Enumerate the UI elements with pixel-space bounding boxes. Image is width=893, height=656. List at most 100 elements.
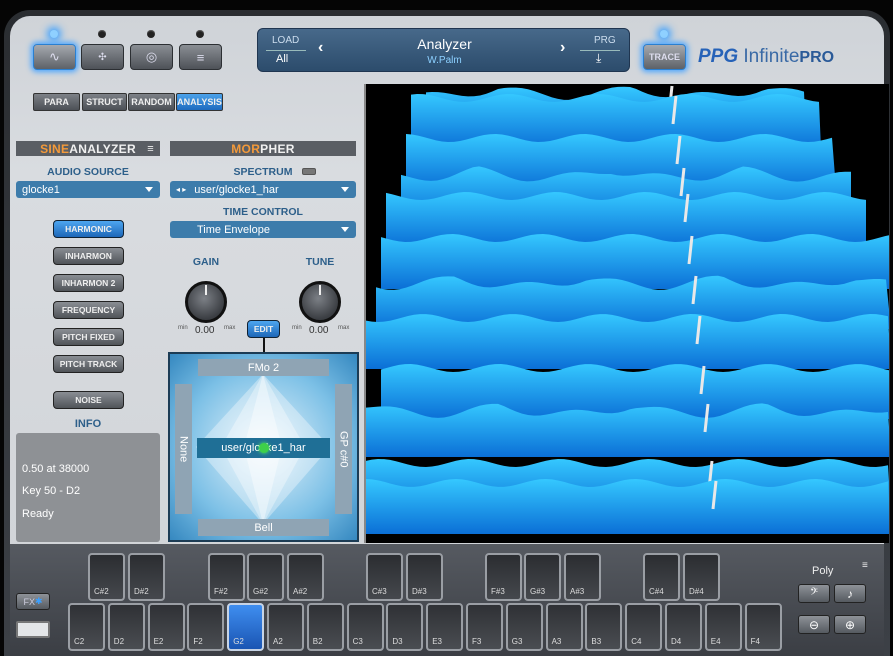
morph-position-handle[interactable] <box>259 443 269 453</box>
chevron-down-icon <box>145 187 153 192</box>
harmonic-button[interactable]: HARMONIC <box>53 220 124 238</box>
chevron-down-icon <box>341 227 349 232</box>
black-key[interactable]: F#2 <box>208 553 245 601</box>
black-key[interactable]: G#2 <box>247 553 284 601</box>
note-button[interactable]: ♪ <box>834 584 866 603</box>
oscillator-mode-button[interactable]: ∿ <box>33 44 76 70</box>
black-key[interactable]: A#3 <box>564 553 601 601</box>
pitch-track-button[interactable]: PITCH TRACK <box>53 355 124 373</box>
matrix-mode-button[interactable]: ✣ <box>81 44 124 70</box>
title-highlight: MOR <box>231 141 261 156</box>
white-key[interactable]: C4 <box>625 603 663 651</box>
trace-button[interactable]: TRACE <box>643 44 686 70</box>
spectrum-value: user/glocke1_har <box>194 183 279 196</box>
white-key[interactable]: C2 <box>68 603 105 651</box>
white-key[interactable]: F4 <box>744 603 782 651</box>
pitch-fixed-button[interactable]: PITCH FIXED <box>53 328 124 346</box>
circle-icon: ◎ <box>145 49 158 64</box>
zoom-in-icon: ⊕ <box>844 617 856 632</box>
inharmon-2-button[interactable]: INHARMON 2 <box>53 274 124 292</box>
audio-source-value: glocke1 <box>22 183 60 196</box>
sine-wave-icon: ∿ <box>49 49 60 64</box>
tab-para[interactable]: PARA <box>33 93 80 111</box>
tune-label: TUNE <box>305 256 335 268</box>
time-control-value: Time Envelope <box>197 223 270 236</box>
gain-label: GAIN <box>192 256 220 268</box>
preset-author: W.Palm <box>427 55 462 66</box>
black-key[interactable]: A#2 <box>287 553 324 601</box>
eighth-note-icon: ♪ <box>847 586 853 601</box>
white-key[interactable]: E4 <box>704 603 742 651</box>
white-key[interactable]: A3 <box>545 603 583 651</box>
white-key[interactable]: B2 <box>306 603 344 651</box>
white-key[interactable]: E2 <box>147 603 185 651</box>
pad-right-label: GP c#0 <box>335 384 352 514</box>
tab-struct[interactable]: STRUCT <box>82 93 127 111</box>
white-key[interactable]: D2 <box>107 603 145 651</box>
black-key[interactable]: C#4 <box>643 553 680 601</box>
tab-random[interactable]: RANDOM <box>128 93 175 111</box>
black-key[interactable]: D#4 <box>683 553 720 601</box>
menu-icon[interactable]: ≡ <box>147 143 154 155</box>
preset-display: LOAD All ‹ Analyzer W.Palm › PRG ⤓ <box>257 28 630 72</box>
connector-line <box>263 338 265 352</box>
menu-icon[interactable]: ≡ <box>862 560 868 571</box>
prev-next-arrows-icon[interactable]: ◂ ▸ <box>176 185 186 194</box>
zoom-in-button[interactable]: ⊕ <box>834 615 866 634</box>
frequency-button[interactable]: FREQUENCY <box>53 301 124 319</box>
title-rest: PHER <box>260 141 295 156</box>
white-key[interactable]: G2 <box>227 603 265 651</box>
led-indicator <box>196 30 204 38</box>
preset-name[interactable]: Analyzer <box>258 36 631 52</box>
zoom-out-icon: ⊖ <box>808 617 820 632</box>
black-key[interactable]: C#2 <box>88 553 125 601</box>
tune-knob[interactable] <box>299 281 341 323</box>
prg-label: PRG <box>594 35 616 46</box>
white-key[interactable]: D4 <box>665 603 702 651</box>
audio-source-dropdown[interactable]: glocke1 <box>16 181 160 198</box>
bass-clef-icon: 𝄢 <box>810 586 818 600</box>
white-key[interactable]: F2 <box>187 603 225 651</box>
noise-button[interactable]: NOISE <box>53 391 124 409</box>
tab-analysis[interactable]: ANALYSIS <box>176 93 223 111</box>
white-key[interactable]: B3 <box>585 603 623 651</box>
next-preset-icon[interactable]: › <box>560 39 565 57</box>
white-key[interactable]: D3 <box>386 603 424 651</box>
title-highlight: SINE <box>40 141 70 156</box>
trace-led <box>660 30 668 38</box>
white-key[interactable]: C3 <box>346 603 384 651</box>
sampler-mode-button[interactable]: ◎ <box>130 44 173 70</box>
morpher-header: MOR PHER <box>170 141 356 156</box>
pad-top-label: FMo 2 <box>198 359 329 376</box>
spectrum-dropdown[interactable]: ◂ ▸ user/glocke1_har <box>170 181 356 198</box>
inharmon-button[interactable]: INHARMON <box>53 247 124 265</box>
zoom-out-button[interactable]: ⊖ <box>798 615 830 634</box>
edit-button[interactable]: EDIT <box>247 320 280 338</box>
pad-left-label: None <box>175 384 192 514</box>
asterisk-icon: ✱ <box>34 596 43 606</box>
blank-toggle-button[interactable] <box>16 621 50 638</box>
time-control-dropdown[interactable]: Time Envelope <box>170 221 356 238</box>
bass-clef-button[interactable]: 𝄢 <box>798 584 830 603</box>
list-mode-button[interactable]: ≡ <box>179 44 222 70</box>
white-key[interactable]: A2 <box>267 603 304 651</box>
spectrum-3d-view <box>364 84 889 543</box>
fx-button[interactable]: FX ✱ <box>16 593 50 610</box>
save-program-icon[interactable]: ⤓ <box>596 51 601 66</box>
white-key[interactable]: E3 <box>426 603 464 651</box>
white-key[interactable]: F3 <box>466 603 503 651</box>
grid-icon: ✣ <box>98 51 107 63</box>
black-key[interactable]: D#2 <box>128 553 165 601</box>
morph-pad[interactable]: FMo 2 Bell None GP c#0 user/glocke1_har <box>168 352 359 542</box>
spectrum-toggle[interactable] <box>302 168 316 175</box>
tune-min: min <box>292 325 302 331</box>
poly-label[interactable]: Poly <box>812 565 833 577</box>
gain-knob[interactable] <box>185 281 227 323</box>
sine-analyzer-header: SINE ANALYZER ≡ <box>16 141 160 156</box>
black-key[interactable]: G#3 <box>524 553 561 601</box>
black-key[interactable]: F#3 <box>485 553 522 601</box>
black-key[interactable]: D#3 <box>406 553 443 601</box>
white-key[interactable]: G3 <box>505 603 543 651</box>
black-key[interactable]: C#3 <box>366 553 403 601</box>
chevron-down-icon <box>341 187 349 192</box>
